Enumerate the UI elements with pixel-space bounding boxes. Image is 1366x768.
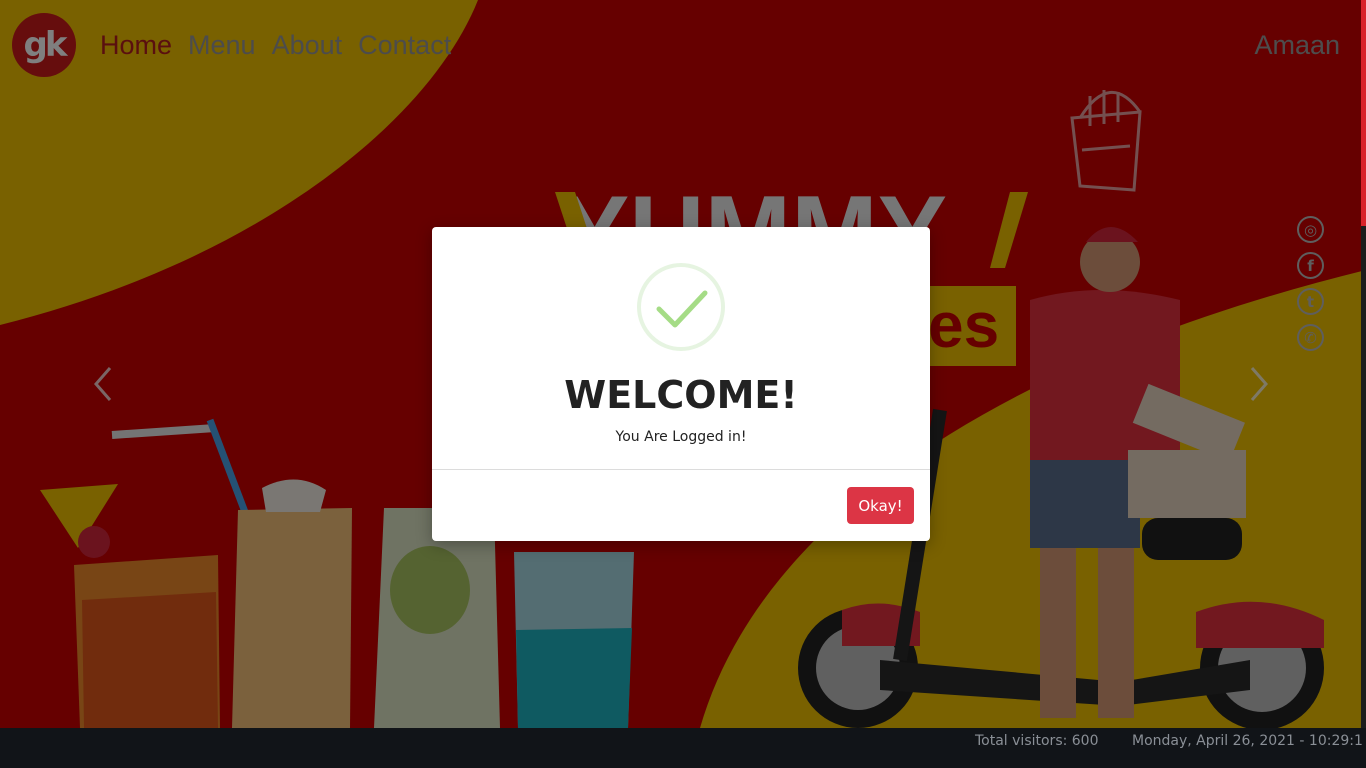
welcome-modal: WELCOME! You Are Logged in! Okay! bbox=[432, 227, 930, 541]
scrollbar-thumb[interactable] bbox=[1361, 0, 1366, 226]
modal-title: WELCOME! bbox=[564, 373, 798, 417]
modal-message: You Are Logged in! bbox=[615, 429, 747, 445]
footer: Total visitors: 600 Monday, April 26, 20… bbox=[0, 728, 1366, 768]
scrollbar[interactable] bbox=[1361, 0, 1366, 728]
current-datetime: Monday, April 26, 2021 - 10:29:1 bbox=[1132, 733, 1363, 749]
success-check-icon bbox=[637, 263, 725, 351]
modal-divider bbox=[432, 469, 930, 470]
visitor-count: Total visitors: 600 bbox=[975, 733, 1099, 749]
okay-button[interactable]: Okay! bbox=[847, 487, 914, 524]
